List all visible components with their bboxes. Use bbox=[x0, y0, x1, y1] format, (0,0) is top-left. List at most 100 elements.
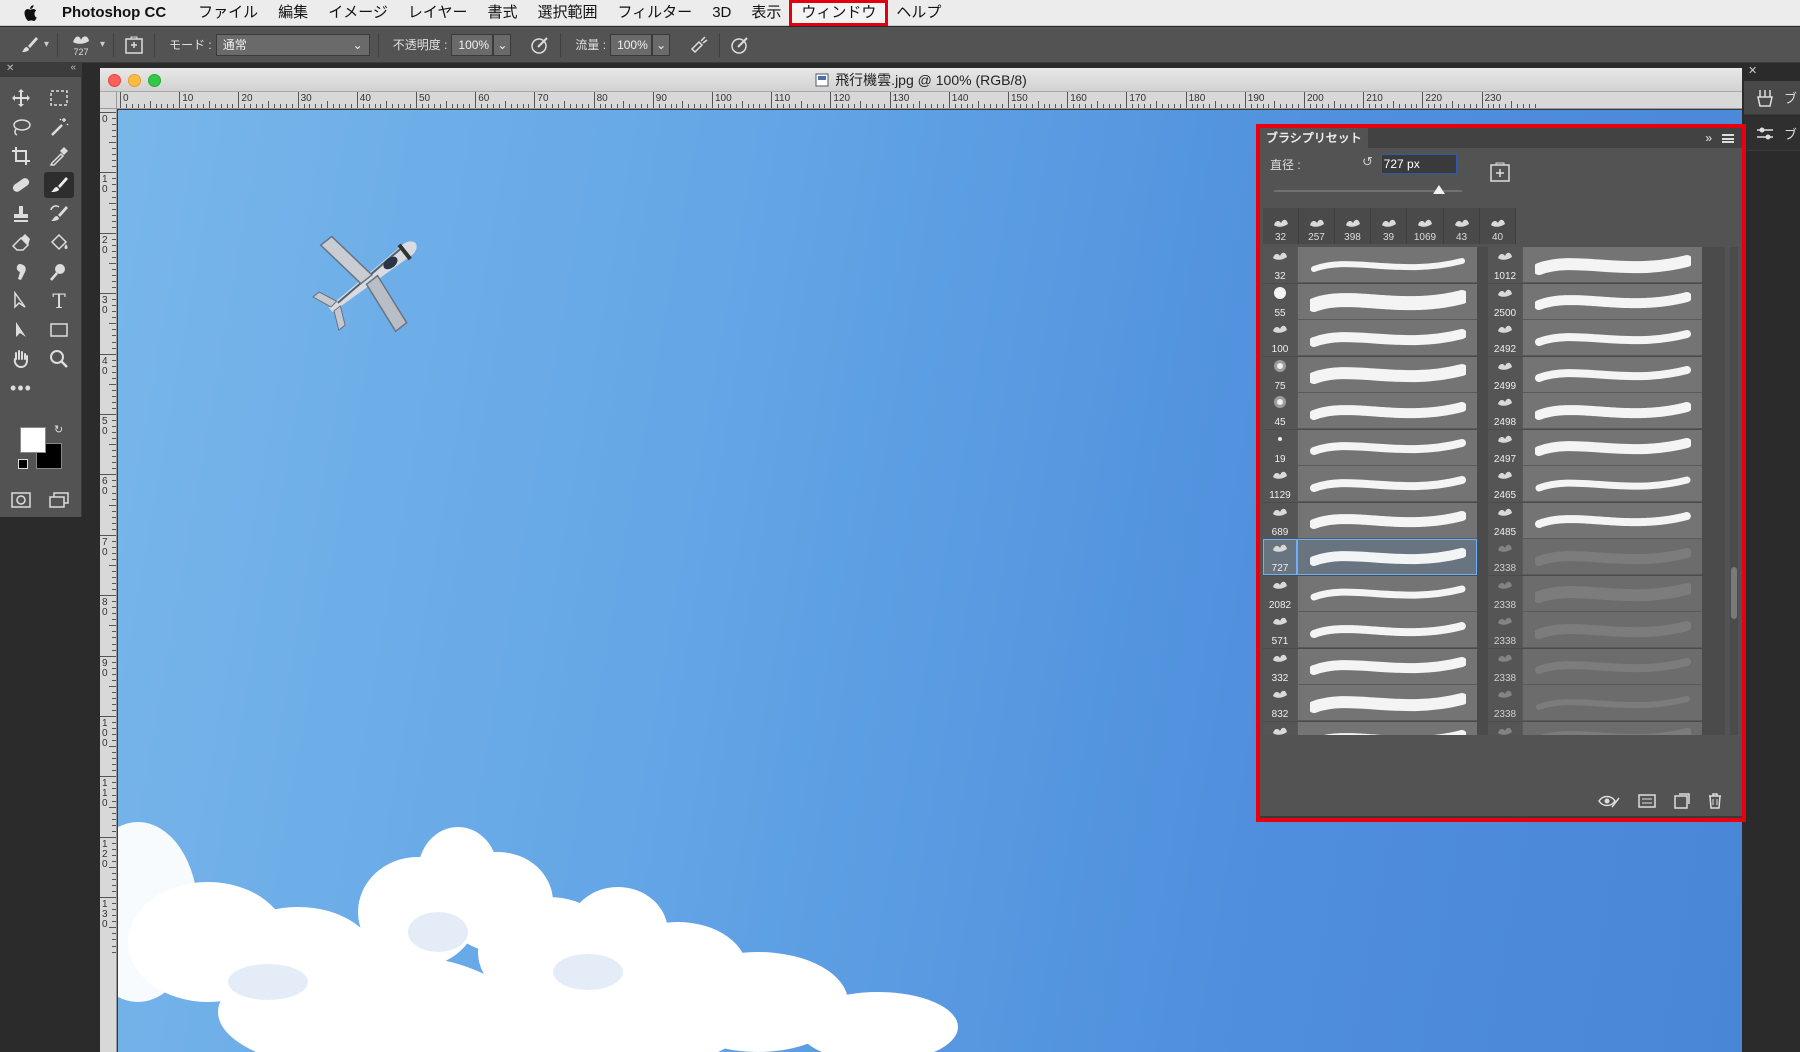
smudge-tool-icon[interactable] bbox=[6, 259, 36, 285]
eyedropper-tool-icon[interactable] bbox=[44, 143, 74, 169]
menu-window[interactable]: ウィンドウ bbox=[789, 0, 889, 26]
new-preset-icon[interactable] bbox=[1490, 162, 1510, 182]
ruler-corner[interactable] bbox=[100, 92, 117, 109]
size-slider[interactable] bbox=[1274, 185, 1462, 194]
collapse-icon[interactable]: » bbox=[1705, 131, 1712, 145]
brush-preset-item[interactable]: 689 bbox=[1263, 502, 1477, 539]
scrollbar-thumb[interactable] bbox=[1731, 567, 1737, 619]
dodge-tool-icon[interactable] bbox=[44, 259, 74, 285]
brush-preset-item[interactable]: 2338 bbox=[1488, 539, 1702, 575]
brush-preset-picker[interactable]: 727 bbox=[66, 29, 96, 61]
brush-preset-item[interactable]: 2338 bbox=[1488, 648, 1702, 685]
minimize-window-button[interactable] bbox=[128, 74, 141, 87]
recent-brush-item[interactable]: 32 bbox=[1263, 208, 1299, 244]
brush-preset-item[interactable]: 2465 bbox=[1488, 466, 1702, 502]
marquee-tool-icon[interactable] bbox=[44, 85, 74, 111]
brush-preset-item[interactable]: 2497 bbox=[1488, 429, 1702, 466]
brush-preset-item[interactable]: 727 bbox=[1263, 539, 1477, 575]
apple-icon[interactable] bbox=[0, 4, 62, 22]
quick-mask-icon[interactable] bbox=[6, 487, 36, 513]
brush-preset-item[interactable]: 100 bbox=[1263, 320, 1477, 356]
dock-brush-settings-button[interactable]: ブ bbox=[1744, 81, 1800, 115]
size-input[interactable] bbox=[1380, 154, 1457, 174]
crop-tool-icon[interactable] bbox=[6, 143, 36, 169]
brush-preset-item[interactable]: 2492 bbox=[1488, 320, 1702, 356]
dock-brush-presets-button[interactable]: ブ bbox=[1744, 117, 1800, 151]
brush-preset-item[interactable]: 2338 bbox=[1488, 612, 1702, 648]
brush-preset-item[interactable]: 832 bbox=[1263, 685, 1477, 721]
brush-preset-item[interactable]: 2338 bbox=[1488, 721, 1702, 735]
close-window-button[interactable] bbox=[108, 74, 121, 87]
brush-preset-item[interactable]: 571 bbox=[1263, 612, 1477, 648]
reset-size-icon[interactable]: ↺ bbox=[1362, 154, 1373, 170]
brush-preset-item[interactable]: 332 bbox=[1263, 648, 1477, 685]
stamp-tool-icon[interactable] bbox=[6, 201, 36, 227]
flow-field[interactable]: 100% bbox=[610, 33, 653, 56]
healing-brush-tool-icon[interactable] bbox=[6, 172, 36, 198]
size-slider-knob[interactable] bbox=[1433, 185, 1446, 194]
move-tool-icon[interactable] bbox=[6, 85, 36, 111]
collapse-icon[interactable]: « bbox=[70, 62, 76, 73]
hand-tool-icon[interactable] bbox=[6, 346, 36, 372]
menu-type[interactable]: 書式 bbox=[477, 2, 527, 24]
panel-menu-icon[interactable] bbox=[1722, 133, 1734, 143]
rectangle-tool-icon[interactable] bbox=[44, 317, 74, 343]
eraser-tool-icon[interactable] bbox=[6, 230, 36, 256]
brush-preset-item[interactable]: 1129 bbox=[1263, 466, 1477, 502]
menu-3d[interactable]: 3D bbox=[702, 2, 741, 24]
paint-bucket-tool-icon[interactable] bbox=[44, 230, 74, 256]
path-selection-tool-icon[interactable] bbox=[6, 288, 36, 314]
brush-preset-item[interactable]: 2338 bbox=[1488, 685, 1702, 721]
brush-tool-icon[interactable] bbox=[18, 33, 42, 57]
recent-brush-item[interactable]: 1069 bbox=[1407, 208, 1444, 244]
magic-wand-tool-icon[interactable] bbox=[44, 114, 74, 140]
brush-preset-item[interactable]: 2338 bbox=[1488, 575, 1702, 612]
mode-select[interactable]: 通常 ⌄ bbox=[215, 33, 370, 56]
close-icon[interactable]: ✕ bbox=[6, 63, 14, 74]
brush-preset-item[interactable]: 32 bbox=[1263, 247, 1477, 283]
brush-preset-item[interactable]: 1012 bbox=[1488, 247, 1702, 283]
brush-preset-item[interactable]: 2082 bbox=[1263, 575, 1477, 612]
brush-preset-item[interactable]: 2485 bbox=[1488, 502, 1702, 539]
swap-colors-icon[interactable]: ↻ bbox=[54, 423, 63, 436]
close-icon[interactable]: ✕ bbox=[1748, 64, 1757, 77]
default-colors-icon[interactable] bbox=[18, 459, 28, 469]
brush-preset-item[interactable]: 2498 bbox=[1488, 393, 1702, 429]
menu-layer[interactable]: レイヤー bbox=[398, 2, 478, 24]
brush-panel-tab[interactable]: ブラシプリセット bbox=[1260, 128, 1368, 148]
brush-settings-panel-icon[interactable] bbox=[1638, 794, 1656, 808]
more-tools-icon[interactable]: ••• bbox=[6, 375, 36, 401]
brush-preset-item[interactable]: 19 bbox=[1263, 429, 1477, 466]
menu-filter[interactable]: フィルター bbox=[607, 2, 702, 24]
brush-preset-item[interactable]: 1112 bbox=[1263, 721, 1477, 735]
recent-brush-item[interactable]: 40 bbox=[1480, 208, 1516, 244]
history-brush-tool-icon[interactable] bbox=[44, 201, 74, 227]
brush-preset-item[interactable]: 55 bbox=[1263, 283, 1477, 320]
brush-preset-item[interactable]: 2500 bbox=[1488, 283, 1702, 320]
toggle-visibility-icon[interactable] bbox=[1598, 794, 1620, 808]
brush-preset-item[interactable]: 2499 bbox=[1488, 356, 1702, 393]
brush-list-scrollbar[interactable] bbox=[1730, 247, 1738, 735]
direct-selection-tool-icon[interactable] bbox=[6, 317, 36, 343]
new-brush-icon[interactable] bbox=[1674, 793, 1690, 809]
recent-brush-item[interactable]: 398 bbox=[1335, 208, 1371, 244]
vertical-ruler[interactable]: 0 10 20 30 40 50 60 70 80 90 100 110 120 130 bbox=[100, 109, 117, 1052]
foreground-color-swatch[interactable] bbox=[20, 427, 46, 453]
pressure-opacity-icon[interactable] bbox=[528, 33, 552, 57]
pressure-size-icon[interactable] bbox=[728, 33, 752, 57]
recent-brush-item[interactable]: 43 bbox=[1444, 208, 1480, 244]
horizontal-ruler[interactable]: 0 10 20 30 40 50 60 70 80 90 100 110 120 130 140 150 160… bbox=[117, 92, 1742, 109]
menu-help[interactable]: ヘルプ bbox=[886, 2, 951, 24]
flow-dropdown[interactable]: ⌄ bbox=[652, 33, 671, 56]
opacity-field[interactable]: 100% bbox=[451, 33, 494, 56]
screen-mode-icon[interactable] bbox=[44, 487, 74, 513]
menu-select[interactable]: 選択範囲 bbox=[527, 2, 607, 24]
menu-image[interactable]: イメージ bbox=[318, 2, 398, 24]
type-tool-icon[interactable]: T bbox=[44, 288, 74, 314]
recent-brush-item[interactable]: 257 bbox=[1299, 208, 1335, 244]
zoom-tool-icon[interactable] bbox=[44, 346, 74, 372]
brush-tool-icon[interactable] bbox=[44, 172, 74, 198]
app-name[interactable]: Photoshop CC bbox=[62, 4, 166, 21]
recent-brush-item[interactable]: 39 bbox=[1371, 208, 1407, 244]
brush-preset-item[interactable]: 75 bbox=[1263, 356, 1477, 393]
